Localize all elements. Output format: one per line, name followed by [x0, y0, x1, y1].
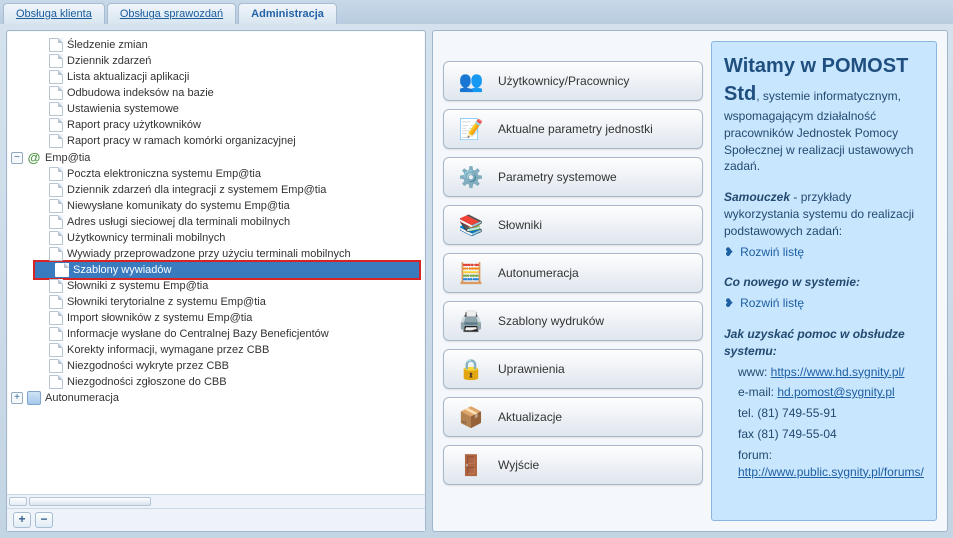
chevron-down-icon: ❥ [724, 244, 734, 261]
users-icon: 👥 [458, 68, 484, 94]
page-icon [49, 70, 63, 84]
expand-all-button[interactable]: + [13, 512, 31, 528]
page-icon [49, 215, 63, 229]
tree-footer: + − [7, 508, 425, 531]
page-icon [49, 167, 63, 181]
page-icon [55, 263, 69, 277]
lock-icon: 🔒 [458, 356, 484, 382]
expand-news[interactable]: ❥ Rozwiń listę [724, 295, 924, 312]
contact-fax: fax (81) 749-55-04 [738, 426, 924, 443]
tree-item[interactable]: Śledzenie zmian [33, 37, 421, 53]
email-link[interactable]: hd.pomost@sygnity.pl [777, 385, 894, 399]
horizontal-scrollbar[interactable] [7, 494, 425, 508]
collapse-all-button[interactable]: − [35, 512, 53, 528]
welcome-panel: Witamy w POMOST Std, systemie informatyc… [711, 41, 937, 521]
tree-item[interactable]: Ustawienia systemowe [33, 101, 421, 117]
tree-item[interactable]: Niezgodności wykryte przez CBB [33, 358, 421, 374]
permissions-button[interactable]: 🔒Uprawnienia [443, 349, 703, 389]
expand-icon[interactable]: + [11, 392, 23, 404]
tree-item[interactable]: Lista aktualizacji aplikacji [33, 69, 421, 85]
samouczek-title: Samouczek [724, 190, 790, 204]
nav-tree[interactable]: Śledzenie zmianDziennik zdarzeńLista akt… [7, 31, 425, 494]
tree-item[interactable]: Dziennik zdarzeń dla integracji z system… [33, 182, 421, 198]
tab-obsluga-klienta[interactable]: Obsługa klienta [3, 3, 105, 24]
autonumeration-button[interactable]: 🧮Autonumeracja [443, 253, 703, 293]
collapse-icon[interactable]: − [11, 152, 23, 164]
tab-obsluga-sprawozdan[interactable]: Obsługa sprawozdań [107, 3, 236, 24]
action-buttons: 👥Użytkownicy/Pracownicy 📝Aktualne parame… [443, 41, 703, 521]
page-icon [49, 38, 63, 52]
print-templates-button[interactable]: 🖨️Szablony wydruków [443, 301, 703, 341]
page-icon [49, 343, 63, 357]
tab-administracja[interactable]: Administracja [238, 3, 337, 24]
news-title: Co nowego w systemie: [724, 275, 860, 289]
page-icon [49, 102, 63, 116]
tree-group-autonumeracja[interactable]: Autonumeracja [45, 392, 119, 404]
tree-item[interactable]: Szablony wywiadów [33, 260, 421, 280]
tree-item[interactable]: Niezgodności zgłoszone do CBB [33, 374, 421, 390]
page-icon [49, 327, 63, 341]
sys-params-button[interactable]: ⚙️Parametry systemowe [443, 157, 703, 197]
tree-item[interactable]: Słowniki terytorialne z systemu Emp@tia [33, 294, 421, 310]
page-icon [49, 279, 63, 293]
calculator-icon: 🧮 [458, 260, 484, 286]
expand-samouczek[interactable]: ❥ Rozwiń listę [724, 244, 924, 261]
tree-item[interactable]: Raport pracy w ramach komórki organizacy… [33, 133, 421, 149]
tree-group-empatia[interactable]: Emp@tia [45, 152, 90, 164]
page-icon [49, 134, 63, 148]
updates-button[interactable]: 📦Aktualizacje [443, 397, 703, 437]
tree-item[interactable]: Poczta elektroniczna systemu Emp@tia [33, 166, 421, 182]
tree-item[interactable]: Dziennik zdarzeń [33, 53, 421, 69]
at-icon: @ [27, 150, 41, 165]
page-icon [49, 311, 63, 325]
tree-root: Śledzenie zmianDziennik zdarzeńLista akt… [11, 37, 421, 406]
tree-item[interactable]: Odbudowa indeksów na bazie [33, 85, 421, 101]
gear-icon: ⚙️ [458, 164, 484, 190]
users-button[interactable]: 👥Użytkownicy/Pracownicy [443, 61, 703, 101]
page-icon [49, 54, 63, 68]
tree-item[interactable]: Informacje wysłane do Centralnej Bazy Be… [33, 326, 421, 342]
contact-email: e-mail: hd.pomost@sygnity.pl [738, 384, 924, 401]
forum-link[interactable]: http://www.public.sygnity.pl/forums/ [738, 465, 924, 479]
books-icon: 📚 [458, 212, 484, 238]
contact-forum: forum: http://www.public.sygnity.pl/foru… [738, 447, 924, 481]
tree-item[interactable]: Korekty informacji, wymagane przez CBB [33, 342, 421, 358]
tab-bar: Obsługa klienta Obsługa sprawozdań Admin… [0, 0, 953, 24]
page-icon [49, 247, 63, 261]
exit-button[interactable]: 🚪Wyjście [443, 445, 703, 485]
package-icon: 📦 [458, 404, 484, 430]
page-icon [49, 86, 63, 100]
contact-www: www: https://www.hd.sygnity.pl/ [738, 364, 924, 381]
dictionaries-button[interactable]: 📚Słowniki [443, 205, 703, 245]
unit-params-button[interactable]: 📝Aktualne parametry jednostki [443, 109, 703, 149]
page-icon [49, 359, 63, 373]
door-icon: 🚪 [458, 452, 484, 478]
contact-tel: tel. (81) 749-55-91 [738, 405, 924, 422]
tree-item[interactable]: Import słowników z systemu Emp@tia [33, 310, 421, 326]
page-icon [49, 118, 63, 132]
grid-icon [27, 391, 41, 405]
printer-icon: 🖨️ [458, 308, 484, 334]
nav-tree-panel: Śledzenie zmianDziennik zdarzeńLista akt… [6, 30, 426, 532]
page-icon [49, 183, 63, 197]
help-title: Jak uzyskać pomoc w obsłudze systemu: [724, 327, 905, 358]
tree-item[interactable]: Użytkownicy terminali mobilnych [33, 230, 421, 246]
dashboard-panel: 👥Użytkownicy/Pracownicy 📝Aktualne parame… [432, 30, 948, 532]
edit-icon: 📝 [458, 116, 484, 142]
tree-item[interactable]: Raport pracy użytkowników [33, 117, 421, 133]
www-link[interactable]: https://www.hd.sygnity.pl/ [771, 365, 905, 379]
tree-item[interactable]: Adres usługi sieciowej dla terminali mob… [33, 214, 421, 230]
page-icon [49, 295, 63, 309]
page-icon [49, 231, 63, 245]
chevron-down-icon: ❥ [724, 295, 734, 312]
page-icon [49, 375, 63, 389]
page-icon [49, 199, 63, 213]
tree-item[interactable]: Słowniki z systemu Emp@tia [33, 278, 421, 294]
tree-item[interactable]: Niewysłane komunikaty do systemu Emp@tia [33, 198, 421, 214]
